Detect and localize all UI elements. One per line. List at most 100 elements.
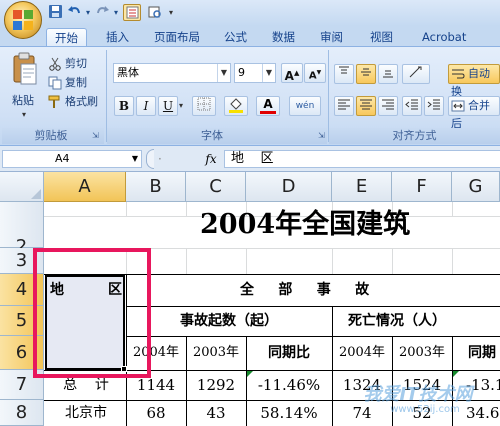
sort-icon[interactable] (123, 4, 141, 21)
decrease-indent-button[interactable] (402, 96, 422, 116)
chevron-down-icon[interactable]: ▼ (262, 64, 275, 82)
fill-color-button[interactable] (224, 96, 248, 116)
office-logo-icon (13, 10, 33, 30)
tab-review[interactable]: 审阅 (312, 28, 351, 46)
redo-icon[interactable] (94, 4, 111, 21)
tab-page-layout[interactable]: 页面布局 (146, 28, 208, 46)
watermark: 我爱IT技术网 (363, 384, 473, 405)
format-painter-label: 格式刷 (65, 95, 98, 108)
alignment-group-label: 对齐方式 (392, 129, 437, 142)
shrink-font-label: A (308, 70, 317, 82)
gridline (186, 202, 187, 216)
paste-button[interactable]: 粘贴 ▾ (8, 52, 42, 128)
chevron-down-icon[interactable]: ▼ (132, 151, 138, 167)
increase-indent-button[interactable] (424, 96, 444, 116)
align-left-icon (338, 99, 350, 110)
column-header-b[interactable]: B (126, 172, 186, 202)
font-size-value: 9 (238, 66, 245, 79)
font-launcher-icon[interactable]: ⇲ (318, 131, 325, 140)
col-header-deaths-2004[interactable]: 2004年 (332, 337, 392, 369)
column-header-e[interactable]: E (332, 172, 392, 202)
font-size-combo[interactable]: 9 ▼ (234, 63, 276, 83)
beijing-2004[interactable]: 68 (126, 401, 186, 425)
column-header-c[interactable]: C (186, 172, 246, 202)
decrease-indent-icon (405, 99, 418, 110)
col-header-deaths-2003[interactable]: 2003年 (392, 337, 452, 369)
underline-dropdown-icon[interactable]: ▾ (179, 101, 183, 110)
column-header-f[interactable]: F (392, 172, 452, 202)
increase-indent-icon (427, 99, 440, 110)
undo-icon[interactable] (66, 4, 83, 21)
total-yoy[interactable]: -11.46% (246, 371, 332, 399)
formula-input[interactable]: 地 区 (224, 150, 500, 168)
accident-count-header[interactable]: 事故起数（起） (126, 307, 332, 335)
font-family-combo[interactable]: 黑体 ▼ (113, 63, 231, 83)
format-painter-button[interactable]: 格式刷 (48, 93, 98, 111)
tab-home[interactable]: 开始 (46, 28, 87, 46)
font-color-button[interactable]: A (256, 96, 280, 116)
grow-font-button[interactable]: A▲ (281, 63, 303, 83)
tab-formulas[interactable]: 公式 (216, 28, 255, 46)
col-header-yoy[interactable]: 同期比 (246, 337, 332, 369)
align-middle-button[interactable] (356, 64, 376, 84)
align-top-icon (339, 66, 349, 74)
shrink-font-button[interactable]: A▼ (304, 63, 326, 83)
row-header-2[interactable]: 2 (0, 202, 44, 257)
orientation-button[interactable] (402, 64, 430, 84)
tab-insert[interactable]: 插入 (98, 28, 137, 46)
phonetic-button[interactable]: wén (289, 96, 321, 116)
merge-center-button[interactable]: 合并后 (448, 96, 500, 130)
customize-toolbar-icon[interactable]: ▾ (167, 4, 175, 21)
borders-button[interactable] (192, 96, 216, 116)
italic-button[interactable]: I (136, 96, 156, 116)
total-2003[interactable]: 1292 (186, 371, 246, 399)
column-header-g[interactable]: G (452, 172, 500, 202)
align-bottom-button[interactable] (378, 64, 398, 84)
name-box-value: A4 (55, 152, 70, 165)
row-header-8[interactable]: 8 (0, 400, 44, 426)
chevron-down-icon[interactable]: ▼ (217, 64, 230, 82)
undo-dropdown-icon[interactable]: ▾ (84, 4, 92, 21)
clipboard-launcher-icon[interactable]: ⇲ (92, 131, 99, 140)
beijing-2003[interactable]: 43 (186, 401, 246, 425)
tab-data[interactable]: 数据 (264, 28, 303, 46)
column-header-d[interactable]: D (246, 172, 332, 202)
all-accidents-header[interactable]: 全 部 事 故 (200, 278, 450, 302)
underline-button[interactable]: U (158, 96, 178, 116)
redo-dropdown-icon[interactable]: ▾ (112, 4, 120, 21)
office-button[interactable] (4, 1, 42, 39)
align-right-icon (382, 99, 394, 110)
col-header-deaths-yoy[interactable]: 同期 (452, 337, 500, 369)
wrap-text-icon (451, 67, 465, 81)
tab-acrobat[interactable]: Acrobat (414, 28, 474, 46)
paste-dropdown-icon[interactable]: ▾ (22, 110, 26, 119)
select-all-corner[interactable] (0, 172, 44, 202)
tab-view[interactable]: 视图 (362, 28, 401, 46)
beijing-yoy[interactable]: 58.14% (246, 401, 332, 425)
name-box[interactable]: A4 ▼ (2, 150, 142, 168)
save-icon[interactable] (47, 4, 64, 21)
gridline (392, 248, 393, 274)
bold-button[interactable]: B (114, 96, 134, 116)
formula-bar-resize-handle[interactable] (146, 149, 154, 169)
align-left-button[interactable] (334, 96, 354, 116)
print-preview-icon[interactable] (145, 4, 163, 21)
paste-label: 粘贴 (12, 94, 34, 107)
gridline (126, 202, 127, 216)
format-painter-icon (48, 95, 62, 109)
fill-bucket-icon (229, 98, 243, 113)
align-right-button[interactable] (378, 96, 398, 116)
wrap-text-button[interactable]: 自动换 (448, 64, 500, 98)
scissors-icon (48, 57, 62, 71)
beijing-label[interactable]: 北京市 (46, 401, 126, 425)
sheet-title[interactable]: 2004年全国建筑 (200, 206, 500, 244)
align-center-button[interactable] (356, 96, 376, 116)
align-top-button[interactable] (334, 64, 354, 84)
death-header[interactable]: 死亡情况（人） (332, 307, 500, 335)
col-header-2003[interactable]: 2003年 (186, 337, 246, 369)
error-indicator-icon (453, 371, 459, 377)
insert-function-icon[interactable]: fx (198, 150, 224, 168)
cut-button[interactable]: 剪切 (48, 55, 87, 73)
copy-button[interactable]: 复制 (48, 74, 87, 92)
column-header-a[interactable]: A (44, 172, 126, 202)
